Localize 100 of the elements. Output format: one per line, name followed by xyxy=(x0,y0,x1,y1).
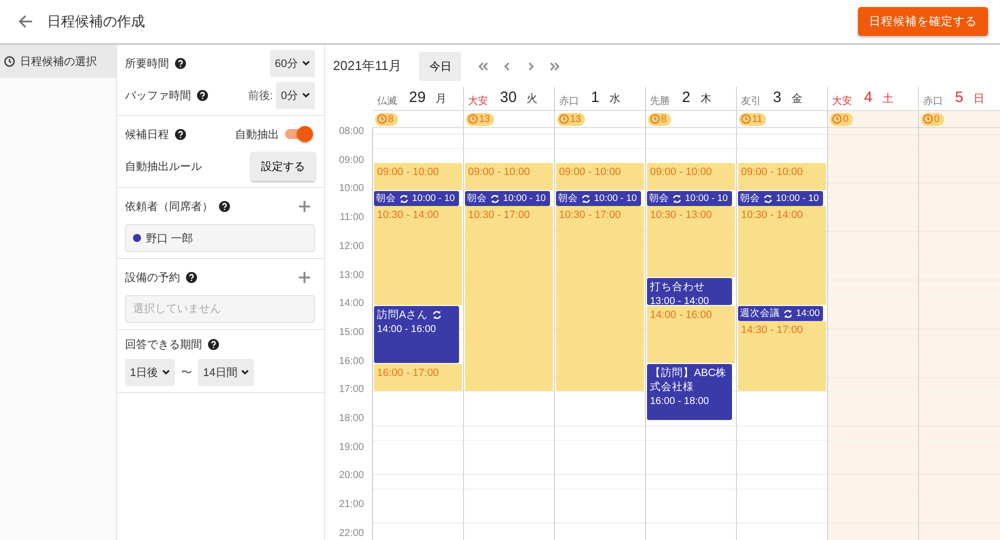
previous-month-icon[interactable] xyxy=(477,60,490,72)
event-title: 週次会議 xyxy=(740,307,780,320)
slot-count-badge: 11 xyxy=(739,112,766,126)
clock-icon xyxy=(741,114,751,124)
event-title: 朝会 xyxy=(467,192,487,206)
slot-count-badge: 8 xyxy=(648,112,671,126)
weekday-label: 土 xyxy=(882,92,894,106)
day-number: 1 xyxy=(591,89,600,106)
requesters-field[interactable]: 野口 一郎 xyxy=(125,224,315,252)
caret-icon xyxy=(162,369,170,375)
rokuyo-label: 赤口 xyxy=(559,94,580,108)
rule-label: 自動抽出ルール xyxy=(125,160,202,174)
time-label: 20:00 xyxy=(338,470,364,482)
weekday-label: 金 xyxy=(791,92,802,106)
caret-icon xyxy=(302,92,310,98)
event-title: 訪問Aさん xyxy=(377,308,428,322)
event-time: 10:00 - 10 xyxy=(776,193,819,204)
weekday-label: 日 xyxy=(973,92,984,106)
rokuyo-label: 大安 xyxy=(468,94,489,108)
answer-period-label: 回答できる期間 xyxy=(125,338,202,352)
slot-count-badge: 8 xyxy=(375,112,398,126)
event-title: 打ち合わせ xyxy=(650,280,705,294)
clock-icon xyxy=(832,114,842,124)
calendar-event[interactable]: 朝会 10:00 - 10 xyxy=(647,191,732,206)
facilities-field[interactable]: 選択していません xyxy=(125,295,315,323)
event-title: 朝会 xyxy=(740,192,760,206)
help-icon[interactable] xyxy=(186,272,197,282)
next-month-icon[interactable] xyxy=(549,60,562,72)
add-icon[interactable] xyxy=(298,270,311,284)
time-label: 22:00 xyxy=(338,528,364,539)
time-label: 09:00 xyxy=(338,154,364,166)
event-time: 13:00 - 14:00 xyxy=(650,296,710,306)
time-label: 11:00 xyxy=(340,212,364,224)
rokuyo-label: 赤口 xyxy=(923,94,944,108)
event-time: 14:00 - 16:00 xyxy=(377,324,437,336)
clock-icon xyxy=(377,114,387,124)
time-label: 15:00 xyxy=(338,326,364,338)
page-title: 日程候補の作成 xyxy=(47,12,145,30)
facilities-label: 設備の予約 xyxy=(125,270,180,284)
day-number: 5 xyxy=(955,89,964,106)
range-separator: 〜 xyxy=(181,366,192,380)
period-to-select[interactable]: 14日間 xyxy=(198,358,254,386)
weekday-label: 月 xyxy=(436,92,447,106)
day-number: 3 xyxy=(773,89,782,106)
help-icon[interactable] xyxy=(197,90,208,100)
event-time: 16:00 - 18:00 xyxy=(650,396,710,407)
today-button[interactable]: 今日 xyxy=(419,52,462,80)
event-title: 朝会 xyxy=(558,192,578,206)
slot-count-badge: 13 xyxy=(557,112,586,126)
calendar-event[interactable]: 朝会 10:00 - 10 xyxy=(556,191,641,206)
slot-count-badge: 13 xyxy=(466,112,494,126)
clock-icon xyxy=(468,114,478,124)
duration-select[interactable]: 60分 xyxy=(270,50,315,76)
calendar-event[interactable]: 週次会議 14:00 xyxy=(738,306,823,322)
time-label: 10:00 xyxy=(338,183,364,194)
calendar-event[interactable]: 打ち合わせ 13:00 - 14:00 xyxy=(647,278,732,306)
period-from-select[interactable]: 1日後 xyxy=(125,358,176,386)
buffer-select[interactable]: 0分 xyxy=(276,82,315,108)
event-time: 10:00 - 10 xyxy=(503,193,546,204)
clock-icon xyxy=(650,114,660,124)
event-title: 朝会 xyxy=(649,192,669,206)
back-arrow-icon[interactable] xyxy=(18,14,33,29)
clock-icon xyxy=(4,56,15,67)
event-time: 10:00 - 10 xyxy=(685,193,728,204)
rule-settings-button[interactable]: 設定する xyxy=(251,152,315,181)
calendar-event[interactable]: 訪問Aさん 14:00 - 16:00 xyxy=(374,306,459,363)
calendar-event[interactable]: 【訪問】ABC株式会社様 16:00 - 18:00 xyxy=(647,364,732,420)
weekday-label: 木 xyxy=(700,92,712,106)
help-icon[interactable] xyxy=(175,58,186,68)
time-label: 21:00 xyxy=(338,499,364,510)
help-icon[interactable] xyxy=(208,338,219,350)
event-title: 朝会 xyxy=(376,192,396,206)
time-label: 18:00 xyxy=(338,413,364,424)
day-number: 2 xyxy=(682,89,690,106)
weekday-label: 水 xyxy=(609,92,620,106)
person-name: 野口 一郎 xyxy=(146,232,194,246)
time-label: 12:00 xyxy=(338,240,364,252)
event-time: 10:00 - 10 xyxy=(594,193,637,204)
time-label: 13:00 xyxy=(338,270,364,280)
calendar-event[interactable]: 朝会 10:00 - 10 xyxy=(374,191,459,206)
rokuyo-label: 大安 xyxy=(832,94,853,108)
duration-label: 所要時間 xyxy=(125,56,169,70)
slot-count-badge: 0 xyxy=(830,112,853,126)
slot-count-badge: 0 xyxy=(921,112,944,126)
calendar-event[interactable]: 朝会 10:00 - 10 xyxy=(465,191,550,206)
month-title: 2021年11月 xyxy=(333,57,402,75)
caret-icon xyxy=(241,369,250,375)
time-label: 19:00 xyxy=(338,442,364,453)
time-label: 16:00 xyxy=(338,356,364,367)
help-icon[interactable] xyxy=(219,200,230,212)
day-number: 30 xyxy=(500,89,517,106)
auto-extract-label: 自動抽出 xyxy=(235,128,279,142)
clock-icon xyxy=(923,114,933,124)
sidebar-item[interactable]: 日程候補の選択 xyxy=(0,45,116,78)
time-label: 14:00 xyxy=(338,298,364,310)
day-number: 29 xyxy=(409,89,426,106)
time-label: 17:00 xyxy=(338,384,364,396)
help-icon[interactable] xyxy=(175,128,186,140)
add-icon[interactable] xyxy=(298,200,311,212)
calendar-event[interactable]: 朝会 10:00 - 10 xyxy=(738,191,823,206)
